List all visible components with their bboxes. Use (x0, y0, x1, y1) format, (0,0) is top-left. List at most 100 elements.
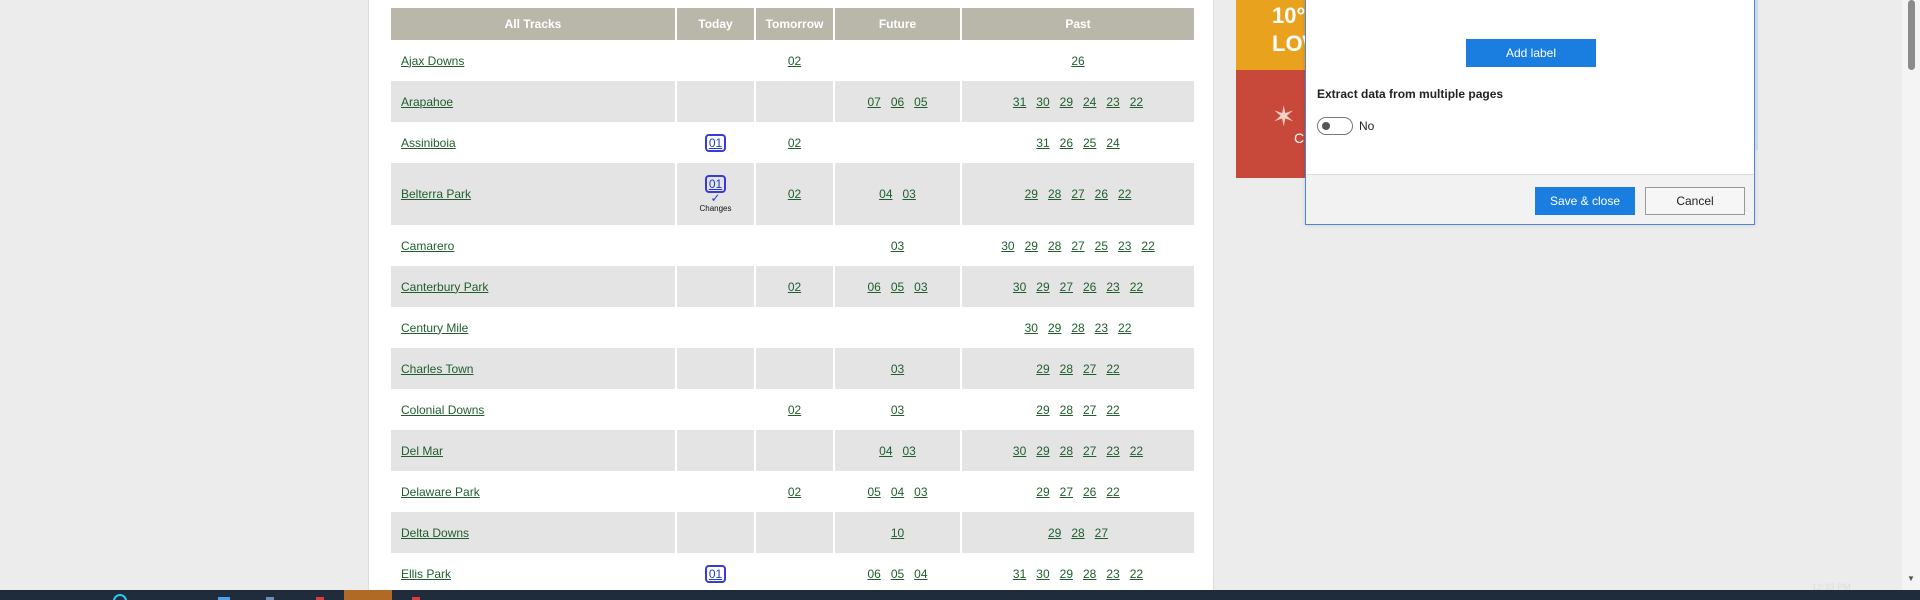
past-date-link[interactable]: 27 (1083, 403, 1096, 417)
tomorrow-date-link[interactable]: 02 (788, 485, 801, 499)
past-date-link[interactable]: 29 (1048, 526, 1061, 540)
past-date-link[interactable]: 23 (1118, 239, 1131, 253)
taskbar-app-icon-red-2[interactable] (408, 590, 424, 600)
save-close-button[interactable]: Save & close (1535, 187, 1635, 215)
track-name-link[interactable]: Belterra Park (401, 187, 471, 201)
taskbar-active-app[interactable] (344, 590, 392, 600)
track-name-link[interactable]: Century Mile (401, 321, 468, 335)
past-date-link[interactable]: 28 (1048, 239, 1061, 253)
track-name-link[interactable]: Delta Downs (401, 526, 469, 540)
future-date-link[interactable]: 07 (867, 95, 880, 109)
track-name-link[interactable]: Assiniboia (401, 136, 456, 150)
past-date-link[interactable]: 28 (1071, 321, 1084, 335)
past-date-link[interactable]: 26 (1060, 136, 1073, 150)
future-date-link[interactable]: 06 (891, 95, 904, 109)
track-name-link[interactable]: Camarero (401, 239, 454, 253)
past-date-link[interactable]: 30 (1036, 95, 1049, 109)
future-date-link[interactable]: 04 (879, 444, 892, 458)
future-date-link[interactable]: 05 (867, 485, 880, 499)
past-date-link[interactable]: 26 (1095, 187, 1108, 201)
future-date-link[interactable]: 10 (891, 526, 904, 540)
past-date-link[interactable]: 22 (1130, 280, 1143, 294)
tomorrow-date-link[interactable]: 02 (788, 54, 801, 68)
past-date-link[interactable]: 22 (1130, 444, 1143, 458)
changes-note[interactable]: Changes (677, 204, 754, 213)
cancel-button[interactable]: Cancel (1645, 187, 1745, 215)
taskbar-folder-icon[interactable] (216, 590, 232, 600)
past-date-link[interactable]: 27 (1083, 444, 1096, 458)
extract-multiple-pages-toggle[interactable] (1317, 117, 1353, 135)
past-date-link[interactable]: 27 (1060, 485, 1073, 499)
advertisement-banner[interactable]: 10° LOW C ✶ (1236, 0, 1316, 178)
past-date-link[interactable]: 24 (1083, 95, 1096, 109)
past-date-link[interactable]: 29 (1025, 239, 1038, 253)
past-date-link[interactable]: 23 (1106, 444, 1119, 458)
today-date-link[interactable]: 01 (704, 564, 727, 583)
past-date-link[interactable]: 22 (1106, 362, 1119, 376)
future-date-link[interactable]: 05 (891, 280, 904, 294)
past-date-link[interactable]: 27 (1071, 239, 1084, 253)
scroll-down-arrow-icon[interactable]: ▼ (1907, 574, 1915, 583)
past-date-link[interactable]: 23 (1106, 567, 1119, 581)
past-date-link[interactable]: 22 (1118, 187, 1131, 201)
tomorrow-date-link[interactable]: 02 (788, 403, 801, 417)
future-date-link[interactable]: 06 (867, 567, 880, 581)
future-date-link[interactable]: 03 (891, 239, 904, 253)
past-date-link[interactable]: 29 (1060, 95, 1073, 109)
past-date-link[interactable]: 22 (1106, 403, 1119, 417)
future-date-link[interactable]: 04 (891, 485, 904, 499)
past-date-link[interactable]: 22 (1130, 95, 1143, 109)
page-scrollbar[interactable]: ▼ (1902, 0, 1920, 590)
past-date-link[interactable]: 29 (1025, 187, 1038, 201)
past-date-link[interactable]: 23 (1106, 95, 1119, 109)
past-date-link[interactable]: 29 (1036, 485, 1049, 499)
future-date-link[interactable]: 06 (867, 280, 880, 294)
taskbar-app-icon[interactable] (262, 590, 278, 600)
track-name-link[interactable]: Ellis Park (401, 567, 451, 581)
past-date-link[interactable]: 31 (1036, 136, 1049, 150)
past-date-link[interactable]: 31 (1013, 567, 1026, 581)
past-date-link[interactable]: 27 (1060, 280, 1073, 294)
past-date-link[interactable]: 26 (1071, 54, 1084, 68)
future-date-link[interactable]: 05 (914, 95, 927, 109)
past-date-link[interactable]: 23 (1095, 321, 1108, 335)
past-date-link[interactable]: 22 (1130, 567, 1143, 581)
track-name-link[interactable]: Ajax Downs (401, 54, 464, 68)
past-date-link[interactable]: 24 (1106, 136, 1119, 150)
past-date-link[interactable]: 26 (1083, 280, 1096, 294)
future-date-link[interactable]: 03 (891, 403, 904, 417)
past-date-link[interactable]: 28 (1071, 526, 1084, 540)
past-date-link[interactable]: 26 (1083, 485, 1096, 499)
track-name-link[interactable]: Canterbury Park (401, 280, 488, 294)
track-name-link[interactable]: Colonial Downs (401, 403, 484, 417)
future-date-link[interactable]: 04 (914, 567, 927, 581)
past-date-link[interactable]: 22 (1141, 239, 1154, 253)
past-date-link[interactable]: 28 (1060, 362, 1073, 376)
track-name-link[interactable]: Del Mar (401, 444, 443, 458)
future-date-link[interactable]: 03 (891, 362, 904, 376)
taskbar-clock[interactable]: 12:33 PM (1812, 582, 1851, 592)
past-date-link[interactable]: 31 (1013, 95, 1026, 109)
past-date-link[interactable]: 30 (1001, 239, 1014, 253)
past-date-link[interactable]: 27 (1083, 362, 1096, 376)
tomorrow-date-link[interactable]: 02 (788, 280, 801, 294)
past-date-link[interactable]: 27 (1095, 526, 1108, 540)
past-date-link[interactable]: 30 (1025, 321, 1038, 335)
future-date-link[interactable]: 03 (903, 444, 916, 458)
past-date-link[interactable]: 29 (1036, 362, 1049, 376)
past-date-link[interactable]: 29 (1048, 321, 1061, 335)
future-date-link[interactable]: 03 (903, 187, 916, 201)
past-date-link[interactable]: 28 (1060, 403, 1073, 417)
tomorrow-date-link[interactable]: 02 (788, 136, 801, 150)
past-date-link[interactable]: 30 (1013, 280, 1026, 294)
today-date-link[interactable]: 01 (704, 133, 727, 152)
past-date-link[interactable]: 27 (1071, 187, 1084, 201)
future-date-link[interactable]: 05 (891, 567, 904, 581)
past-date-link[interactable]: 23 (1106, 280, 1119, 294)
track-name-link[interactable]: Charles Town (401, 362, 473, 376)
past-date-link[interactable]: 22 (1118, 321, 1131, 335)
track-name-link[interactable]: Arapahoe (401, 95, 453, 109)
future-date-link[interactable]: 03 (914, 280, 927, 294)
past-date-link[interactable]: 28 (1083, 567, 1096, 581)
past-date-link[interactable]: 29 (1060, 567, 1073, 581)
